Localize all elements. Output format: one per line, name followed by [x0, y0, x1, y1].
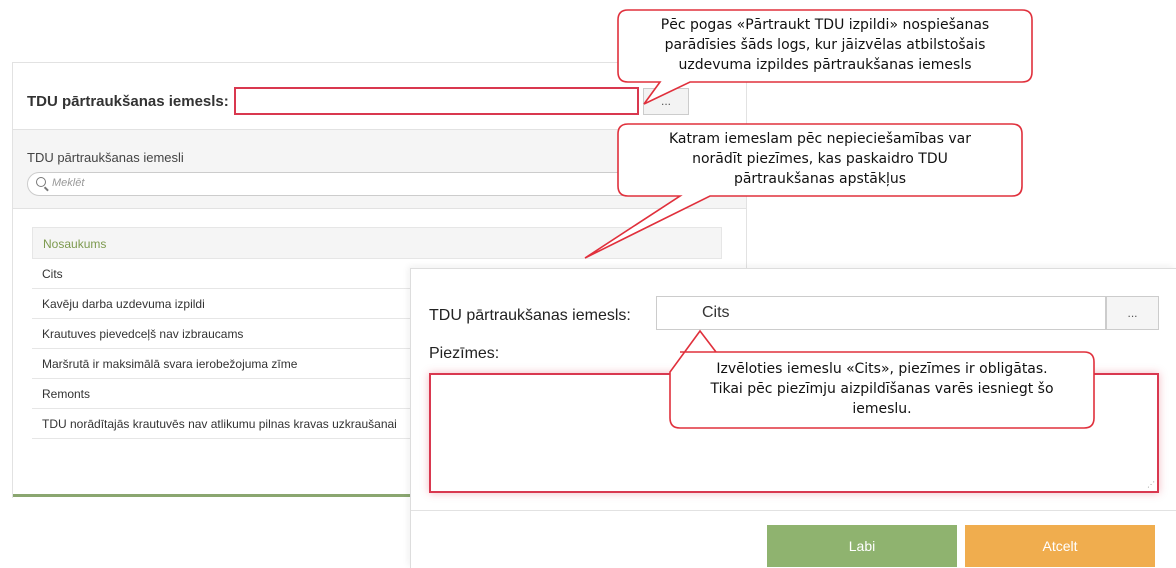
notes-label: Piezīmes:: [429, 345, 500, 362]
search-icon: [36, 177, 46, 187]
callout-bottom-text: Izvēloties iemeslu «Cits», piezīmes ir o…: [672, 359, 1092, 419]
callout-bottom-line: Izvēloties iemeslu «Cits», piezīmes ir o…: [716, 361, 1048, 377]
callout-bottom-line: iemeslu.: [852, 401, 912, 417]
ok-button[interactable]: Labi: [767, 525, 957, 567]
callout-middle-line: Katram iemeslam pēc nepieciešamības var: [669, 131, 971, 147]
reason-input[interactable]: [234, 87, 639, 115]
reason-browse-button[interactable]: ...: [643, 88, 689, 115]
resize-handle-icon[interactable]: ⋰: [1147, 480, 1155, 489]
callout-middle-line: norādīt piezīmes, kas paskaidro TDU: [692, 151, 948, 167]
callout-middle-text: Katram iemeslam pēc nepieciešamības var …: [620, 129, 1020, 189]
reason-label: TDU pārtraukšanas iemesls:: [27, 93, 229, 110]
table-header-name[interactable]: Nosaukums: [32, 227, 722, 259]
callout-top-text: Pēc pogas «Pārtraukt TDU izpildi» nospie…: [620, 15, 1030, 75]
cancel-button[interactable]: Atcelt: [965, 525, 1155, 567]
callout-bottom-line: Tikai pēc piezīmju aizpildīšanas varēs i…: [710, 381, 1054, 397]
dialog-reason-browse-button[interactable]: ...: [1106, 296, 1159, 330]
callout-top-line: parādīsies šāds logs, kur jāizvēlas atbi…: [664, 37, 986, 53]
callout-top-line: uzdevuma izpildes pārtraukšanas iemesls: [678, 57, 972, 73]
dialog-divider: [411, 510, 1176, 511]
callout-middle-line: pārtraukšanas apstākļus: [733, 171, 907, 187]
dialog-reason-label: TDU pārtraukšanas iemesls:: [429, 307, 631, 324]
callout-top-line: Pēc pogas «Pārtraukt TDU izpildi» nospie…: [660, 17, 990, 33]
search-placeholder: Meklēt: [52, 177, 85, 189]
dialog-reason-input[interactable]: Cits: [656, 296, 1106, 330]
list-title: TDU pārtraukšanas iemesli: [27, 150, 184, 165]
